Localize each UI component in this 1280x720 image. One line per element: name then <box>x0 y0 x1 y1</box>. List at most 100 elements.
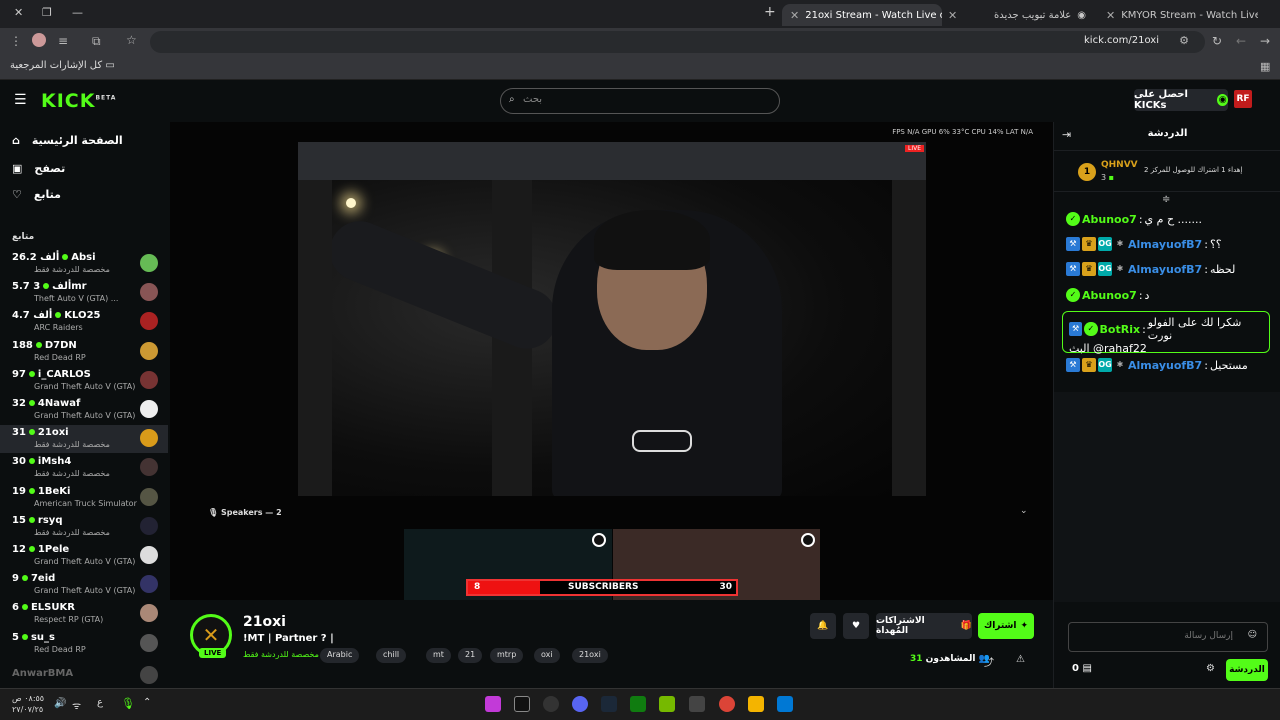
chat-placeholder: إرسال رسالة <box>1184 631 1233 641</box>
sidebar-channel-Absi[interactable]: 26.2 ألف Absi مخصصة للدردشة فقط <box>0 250 168 278</box>
sidebar-item-home[interactable]: ⌂ الصفحة الرئيسية <box>12 134 123 147</box>
nvidia-icon[interactable] <box>659 696 675 712</box>
sidebar-channel-ELSUKR[interactable]: 6 ELSUKR Respect RP (GTA) <box>0 600 168 628</box>
emoji-icon[interactable]: ☺ <box>1248 630 1257 640</box>
search-input[interactable]: ⌕ بحث <box>500 88 780 114</box>
stream-category[interactable]: مخصصة للدردشة فقط <box>243 650 319 659</box>
offline-channel[interactable]: AnwarBMA <box>12 668 73 679</box>
kick-logo[interactable]: KICKBETA <box>41 90 116 112</box>
get-kicks-button[interactable]: احصل على KICKs ◉ <box>1134 89 1228 111</box>
sidebar-channel-su_s[interactable]: 5 su_s Red Dead RP <box>0 630 168 658</box>
chat-username[interactable]: Abunoo7 <box>1082 213 1137 226</box>
sidebar-channel-KLO25[interactable]: 4.7 ألف KLO25 ARC Raiders <box>0 308 168 336</box>
user-avatar[interactable]: RF <box>1234 90 1252 108</box>
close-window-icon[interactable]: ✕ <box>14 6 23 19</box>
app-icon[interactable] <box>485 696 501 712</box>
stream-tag[interactable]: mt <box>426 648 451 663</box>
file-explorer-icon[interactable] <box>748 696 764 712</box>
sidebar-channel-iMsh4[interactable]: 30 iMsh4 مخصصة للدردشة فقط <box>0 454 168 482</box>
volume-icon[interactable]: 🔊 <box>54 698 66 709</box>
chrome-icon[interactable] <box>719 696 735 712</box>
all-bookmarks-link[interactable]: كل الإشارات المرجعية ▭ <box>10 60 115 71</box>
chat-settings-icon[interactable]: ⚙ <box>1206 663 1215 674</box>
kicks-balance[interactable]: 0 ▤ <box>1072 663 1092 674</box>
stream-tag[interactable]: chill <box>376 648 407 663</box>
chat-username[interactable]: AlmayuofB7 <box>1128 238 1202 251</box>
channel-category: Theft Auto V (GTA) ... <box>34 294 119 304</box>
steam-icon[interactable] <box>601 696 617 712</box>
chevron-up-icon[interactable]: ⌃ <box>143 697 151 708</box>
follow-button[interactable]: ♥ <box>843 613 869 639</box>
restore-window-icon[interactable]: ❐ <box>42 6 52 19</box>
pinned-user[interactable]: QHNVV <box>1101 160 1138 170</box>
store-icon[interactable] <box>689 696 705 712</box>
sidebar-channel-3mr[interactable]: 5.7 ألف3mr Theft Auto V (GTA) ... <box>0 279 168 307</box>
hamburger-menu-icon[interactable]: ☰ <box>14 92 27 108</box>
sidebar-item-following[interactable]: ♡ متابع <box>12 188 61 201</box>
language-indicator[interactable]: ع <box>97 697 103 708</box>
avatar <box>140 458 158 477</box>
tab-kmyor[interactable]: ✕ KMYOR Stream - Watch Live on K <box>1098 4 1258 26</box>
folder-icon: ▭ <box>105 60 115 71</box>
new-tab-icon[interactable]: + <box>764 4 776 20</box>
reload-icon[interactable]: ↻ <box>1212 34 1222 48</box>
stream-tag[interactable]: 21 <box>458 648 483 663</box>
chat-send-button[interactable]: الدردشة <box>1226 659 1268 681</box>
sidebar-channel-7eid[interactable]: 9 7eid Grand Theft Auto V (GTA) <box>0 571 168 599</box>
sidebar-channel-1Pele[interactable]: 12 1Pele Grand Theft Auto V (GTA) <box>0 542 168 570</box>
stream-tag[interactable]: 21oxi <box>572 648 608 663</box>
microphone-icon[interactable]: 🎙 <box>121 697 135 710</box>
profile-avatar[interactable] <box>32 33 46 47</box>
url-bar[interactable]: kick.com/21oxi ⚙ <box>150 31 1205 53</box>
stream-tag[interactable]: oxi <box>534 648 560 663</box>
site-settings-icon[interactable]: ⚙ <box>1179 34 1189 47</box>
sidebar-item-browse[interactable]: ▣ تصفح <box>12 162 65 175</box>
windows-start-icon[interactable] <box>777 696 793 712</box>
sidebar-channel-D7DN[interactable]: 188 D7DN Red Dead RP <box>0 338 168 366</box>
gift-subs-button[interactable]: الاشتراكات المُهداة 🎁 <box>876 613 972 639</box>
subscribe-button[interactable]: اشتراك ✦ <box>978 613 1034 639</box>
tab-21oxi[interactable]: ✕ 21oxi Stream - Watch Live o K <box>782 4 942 26</box>
menu-dots-icon[interactable]: ⋮ <box>10 34 22 48</box>
bookmark-star-icon[interactable]: ☆ <box>126 33 137 47</box>
sidebar-channel-21oxi[interactable]: 31 21oxi مخصصة للدردشة فقط <box>0 425 168 454</box>
close-tab-icon[interactable]: ✕ <box>948 9 957 22</box>
discord-icon[interactable] <box>572 696 588 712</box>
streamer-name[interactable]: 21oxi <box>243 614 286 630</box>
sidebar-channel-1BeKi[interactable]: 19 1BeKi American Truck Simulator <box>0 484 168 512</box>
chat-input[interactable]: إرسال رسالة ☺ <box>1068 622 1268 652</box>
notifications-button[interactable]: 🔔 <box>810 613 836 639</box>
tile-settings-icon[interactable] <box>592 533 606 547</box>
apps-grid-icon[interactable]: ▦ <box>1260 60 1270 73</box>
chat-username[interactable]: BotRix <box>1100 323 1141 336</box>
sidebar-channel-rsyq[interactable]: 15 rsyq مخصصة للدردشة فقط <box>0 513 168 541</box>
sidebar-reading-icon[interactable]: ≡ <box>58 34 68 48</box>
wifi-icon[interactable]: ᯤ <box>72 698 81 712</box>
back-icon[interactable]: → <box>1260 34 1270 48</box>
minimize-window-icon[interactable]: — <box>72 6 83 19</box>
stream-tag[interactable]: Arabic <box>320 648 360 663</box>
tab-new-tab[interactable]: ✕ علامة تبويب جديدة ◉ <box>940 4 1094 26</box>
chat-username[interactable]: AlmayuofB7 <box>1128 359 1202 372</box>
report-icon[interactable]: ⚠ <box>1016 654 1025 665</box>
filter-icon[interactable]: ≑ <box>1162 194 1170 205</box>
video-player[interactable]: FPS N/A GPU 6% 33°C CPU 14% LAT N/A LIVE… <box>170 122 1053 600</box>
chat-username[interactable]: AlmayuofB7 <box>1128 263 1202 276</box>
chat-username[interactable]: Abunoo7 <box>1082 289 1137 302</box>
system-clock[interactable]: ٠٨:٥٥ ص ٢٧/٠٧/٢٥ <box>12 693 44 715</box>
share-icon[interactable]: ⤴ <box>984 654 994 669</box>
tile-settings-icon[interactable] <box>801 533 815 547</box>
forward-icon[interactable]: ← <box>1236 34 1246 48</box>
sidebar-channel-i_CARLOS[interactable]: 97 i_CARLOS Grand Theft Auto V (GTA) <box>0 367 168 395</box>
sidebar-channel-4Nawaf[interactable]: 32 4Nawaf Grand Theft Auto V (GTA) <box>0 396 168 424</box>
close-tab-icon[interactable]: ✕ <box>1106 9 1115 22</box>
app-icon[interactable] <box>543 696 559 712</box>
speakers-label[interactable]: 🎙 Speakers — 2 <box>208 508 282 517</box>
channel-header: 26.2 ألف Absi <box>12 252 96 263</box>
epic-games-icon[interactable] <box>514 696 530 712</box>
excel-icon[interactable] <box>630 696 646 712</box>
stream-tag[interactable]: mtrp <box>490 648 524 663</box>
chevron-down-icon[interactable]: ⌄ <box>1020 506 1028 516</box>
close-tab-icon[interactable]: ✕ <box>790 9 799 22</box>
extensions-icon[interactable]: ⧉ <box>92 34 101 49</box>
